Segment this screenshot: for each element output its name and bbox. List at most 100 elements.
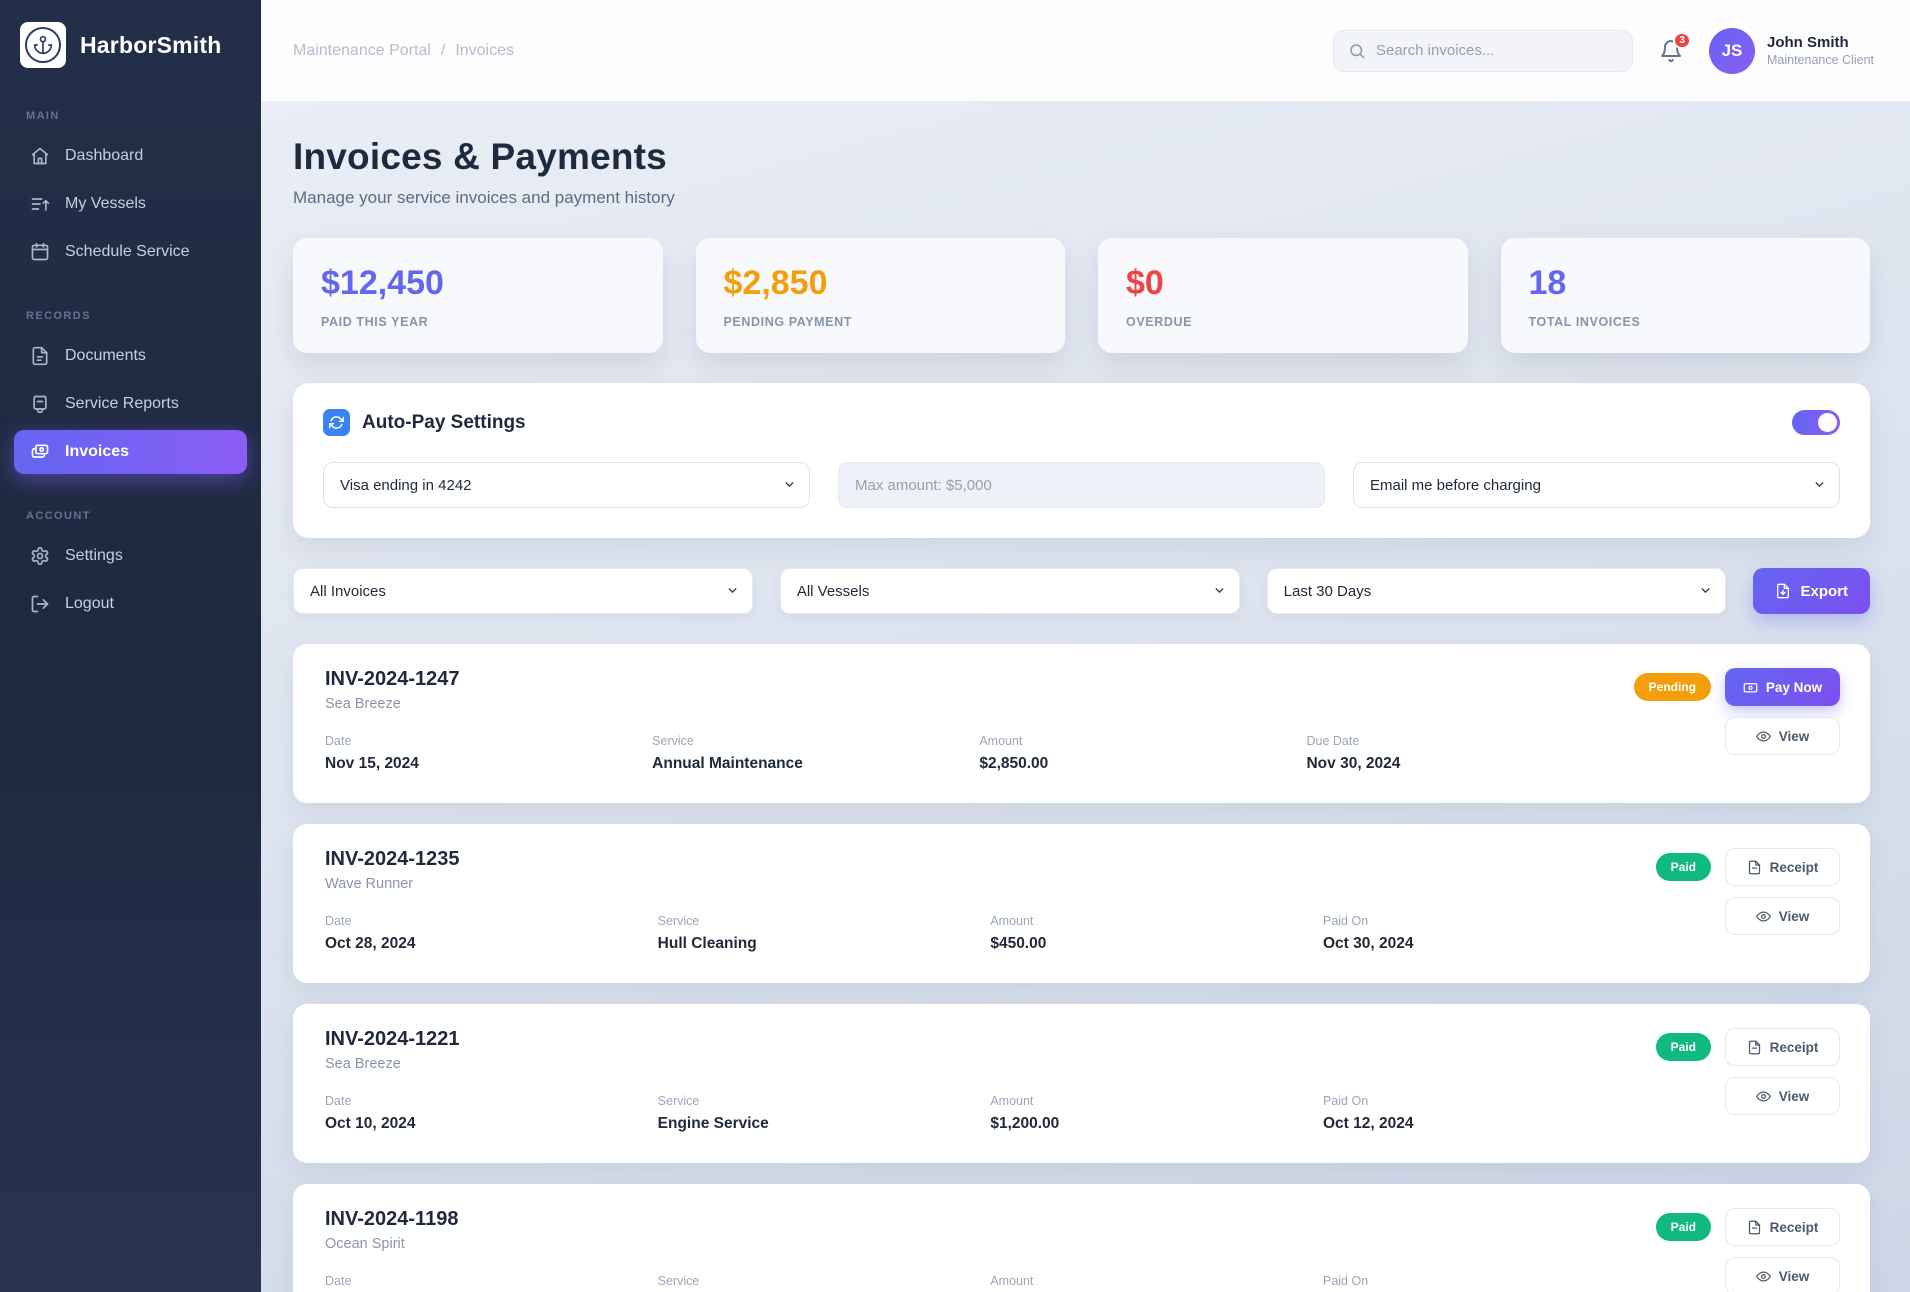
receipt-button[interactable]: Receipt	[1725, 1028, 1840, 1066]
gear-icon	[30, 546, 50, 566]
user-name: John Smith	[1767, 34, 1874, 51]
logout-icon	[30, 594, 50, 614]
invoice-id: INV-2024-1221	[325, 1028, 1656, 1051]
banknote-icon	[1743, 680, 1758, 695]
stat-card-overdue: $0 OVERDUE	[1098, 238, 1468, 353]
invoice-field-service: Service Engine Service	[658, 1094, 991, 1133]
invoice-field-service: Service Electronics Update	[658, 1274, 991, 1292]
search-icon	[1348, 42, 1366, 60]
stat-value: $0	[1126, 264, 1440, 303]
vessel-filter-select[interactable]: All Vessels	[780, 568, 1240, 614]
invoice-field-due-date: Due Date Nov 30, 2024	[1306, 734, 1633, 773]
sidebar: HarborSmith MAIN Dashboard My Vessels Sc…	[0, 0, 261, 1292]
autopay-toggle[interactable]	[1792, 410, 1840, 435]
invoice-field-date: Date Oct 28, 2024	[325, 914, 658, 953]
autopay-title: Auto-Pay Settings	[362, 412, 526, 434]
sidebar-item-dashboard[interactable]: Dashboard	[14, 134, 247, 178]
invoice-card: INV-2024-1198 Ocean Spirit Date Sep 15, …	[293, 1184, 1870, 1292]
vessels-list-icon	[30, 194, 50, 214]
receipt-icon	[1747, 1220, 1762, 1235]
view-button[interactable]: View	[1725, 1077, 1840, 1115]
stats-row: $12,450 PAID THIS YEAR $2,850 PENDING PA…	[293, 238, 1870, 353]
invoice-card: INV-2024-1221 Sea Breeze Date Oct 10, 20…	[293, 1004, 1870, 1163]
invoice-vessel: Sea Breeze	[325, 696, 1634, 712]
stat-label: PAID THIS YEAR	[321, 315, 635, 329]
view-button[interactable]: View	[1725, 717, 1840, 755]
pay-now-button[interactable]: Pay Now	[1725, 668, 1840, 706]
date-range-select[interactable]: Last 30 Days	[1267, 568, 1727, 614]
invoice-id: INV-2024-1247	[325, 668, 1634, 691]
harborsmith-logo-icon	[20, 22, 66, 68]
sidebar-item-my-vessels[interactable]: My Vessels	[14, 182, 247, 226]
document-icon	[30, 346, 50, 366]
invoice-field-date: Date Nov 15, 2024	[325, 734, 652, 773]
max-amount-input[interactable]	[838, 462, 1325, 508]
breadcrumb-item-invoices: Invoices	[455, 42, 514, 60]
invoice-filter-select[interactable]: All Invoices	[293, 568, 753, 614]
sidebar-item-label: Logout	[65, 595, 114, 613]
sidebar-item-invoices[interactable]: Invoices	[14, 430, 247, 474]
eye-icon	[1756, 1269, 1771, 1284]
receipt-button[interactable]: Receipt	[1725, 848, 1840, 886]
report-icon	[30, 394, 50, 414]
invoice-id: INV-2024-1198	[325, 1208, 1656, 1231]
stat-card-pending-payment: $2,850 PENDING PAYMENT	[696, 238, 1066, 353]
autopay-settings-card: Auto-Pay Settings Visa ending in 4242 Em…	[293, 383, 1870, 538]
sidebar-item-label: Invoices	[65, 443, 129, 461]
anchor-icon	[33, 35, 53, 55]
payment-method-select[interactable]: Visa ending in 4242	[323, 462, 810, 508]
stat-card-total-invoices: 18 TOTAL INVOICES	[1501, 238, 1871, 353]
view-button[interactable]: View	[1725, 897, 1840, 935]
invoice-field-date: Date Sep 15, 2024	[325, 1274, 658, 1292]
avatar: JS	[1709, 28, 1755, 74]
breadcrumb-item-portal[interactable]: Maintenance Portal	[293, 42, 431, 60]
breadcrumb: Maintenance Portal / Invoices	[293, 42, 514, 60]
autopay-refresh-icon	[323, 409, 350, 436]
sidebar-item-service-reports[interactable]: Service Reports	[14, 382, 247, 426]
status-badge: Paid	[1656, 1213, 1711, 1241]
invoice-field-paid-on: Paid On Oct 12, 2024	[1323, 1094, 1656, 1133]
invoice-field-service: Service Hull Cleaning	[658, 914, 991, 953]
invoice-card: INV-2024-1247 Sea Breeze Date Nov 15, 20…	[293, 644, 1870, 803]
brand-logo: HarborSmith	[0, 22, 261, 76]
invoice-card: INV-2024-1235 Wave Runner Date Oct 28, 2…	[293, 824, 1870, 983]
invoice-id: INV-2024-1235	[325, 848, 1656, 871]
notifications-button[interactable]: 3	[1659, 39, 1683, 63]
sidebar-section-main: MAIN	[26, 110, 235, 122]
sidebar-item-documents[interactable]: Documents	[14, 334, 247, 378]
search-input[interactable]	[1376, 42, 1618, 59]
invoice-field-amount: Amount $3,200.00	[990, 1274, 1323, 1292]
receipt-icon	[1747, 860, 1762, 875]
user-role: Maintenance Client	[1767, 53, 1874, 67]
status-badge: Paid	[1656, 1033, 1711, 1061]
eye-icon	[1756, 1089, 1771, 1104]
page-title: Invoices & Payments	[293, 136, 1870, 178]
invoice-field-date: Date Oct 10, 2024	[325, 1094, 658, 1133]
search-box	[1333, 30, 1633, 72]
invoice-field-amount: Amount $1,200.00	[990, 1094, 1323, 1133]
sidebar-item-logout[interactable]: Logout	[14, 582, 247, 626]
sidebar-item-label: My Vessels	[65, 195, 146, 213]
topbar: Maintenance Portal / Invoices 3 JS John …	[261, 0, 1910, 102]
calendar-icon	[30, 242, 50, 262]
export-button[interactable]: Export	[1753, 568, 1870, 614]
notification-count-badge: 3	[1673, 32, 1691, 49]
breadcrumb-separator: /	[441, 42, 445, 60]
stat-label: TOTAL INVOICES	[1529, 315, 1843, 329]
stat-value: $12,450	[321, 264, 635, 303]
export-label: Export	[1800, 583, 1848, 600]
sidebar-item-schedule-service[interactable]: Schedule Service	[14, 230, 247, 274]
page-subtitle: Manage your service invoices and payment…	[293, 188, 1870, 208]
sidebar-item-settings[interactable]: Settings	[14, 534, 247, 578]
receipt-button[interactable]: Receipt	[1725, 1208, 1840, 1246]
invoice-vessel: Ocean Spirit	[325, 1236, 1656, 1252]
eye-icon	[1756, 729, 1771, 744]
invoice-vessel: Sea Breeze	[325, 1056, 1656, 1072]
view-button[interactable]: View	[1725, 1257, 1840, 1292]
notify-option-select[interactable]: Email me before charging	[1353, 462, 1840, 508]
export-file-icon	[1775, 583, 1791, 599]
user-menu[interactable]: JS John Smith Maintenance Client	[1709, 28, 1874, 74]
sidebar-section-records: RECORDS	[26, 310, 235, 322]
invoice-field-amount: Amount $2,850.00	[979, 734, 1306, 773]
invoice-list: INV-2024-1247 Sea Breeze Date Nov 15, 20…	[293, 644, 1870, 1292]
